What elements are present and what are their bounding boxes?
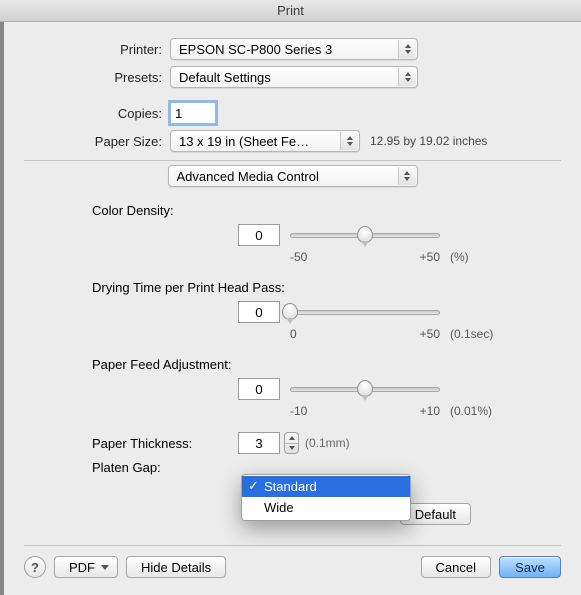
drying-time-slider[interactable] bbox=[290, 303, 440, 321]
save-label: Save bbox=[515, 560, 545, 575]
copies-label: Copies: bbox=[24, 106, 170, 121]
window-titlebar: Print bbox=[0, 0, 581, 22]
cancel-button[interactable]: Cancel bbox=[421, 556, 491, 578]
paper-size-dimensions: 12.95 by 19.02 inches bbox=[370, 134, 487, 148]
separator bbox=[24, 545, 561, 546]
paper-thickness-unit: (0.1mm) bbox=[305, 436, 350, 450]
paper-size-select[interactable]: 13 x 19 in (Sheet Fe… bbox=[170, 130, 360, 152]
scale-unit: (0.01%) bbox=[450, 404, 492, 418]
platen-gap-option-wide[interactable]: Wide bbox=[242, 497, 410, 518]
help-button[interactable]: ? bbox=[24, 556, 46, 578]
drying-time-input[interactable] bbox=[238, 301, 280, 323]
help-icon: ? bbox=[31, 560, 39, 575]
slider-thumb[interactable] bbox=[357, 226, 373, 243]
updown-icon bbox=[398, 40, 416, 58]
slider-thumb[interactable] bbox=[282, 303, 298, 320]
slider-thumb[interactable] bbox=[357, 380, 373, 397]
paper-feed-input[interactable] bbox=[238, 378, 280, 400]
pane-select-value: Advanced Media Control bbox=[177, 169, 319, 184]
stepper-up-icon[interactable] bbox=[285, 433, 298, 444]
stepper-down-icon[interactable] bbox=[285, 444, 298, 454]
scale-min: -50 bbox=[290, 250, 307, 264]
pdf-menu-button[interactable]: PDF bbox=[54, 556, 118, 578]
paper-thickness-stepper[interactable] bbox=[284, 432, 299, 454]
paper-feed-label: Paper Feed Adjustment: bbox=[92, 357, 561, 372]
print-sheet: Printer: EPSON SC-P800 Series 3 Presets:… bbox=[0, 22, 581, 595]
color-density-slider[interactable] bbox=[290, 226, 440, 244]
pdf-button-label: PDF bbox=[69, 560, 95, 575]
cancel-label: Cancel bbox=[436, 560, 476, 575]
color-density-scale: -50 +50 (%) bbox=[290, 250, 440, 264]
updown-icon bbox=[340, 132, 358, 150]
paper-feed-slider[interactable] bbox=[290, 380, 440, 398]
scale-max: +10 bbox=[420, 404, 440, 418]
presets-label: Presets: bbox=[24, 70, 170, 85]
platen-gap-popup[interactable]: Standard Wide bbox=[241, 474, 411, 521]
printer-select[interactable]: EPSON SC-P800 Series 3 bbox=[170, 38, 418, 60]
paper-feed-scale: -10 +10 (0.01%) bbox=[290, 404, 440, 418]
scale-min: -10 bbox=[290, 404, 307, 418]
scale-max: +50 bbox=[420, 327, 440, 341]
paper-thickness-input[interactable] bbox=[238, 432, 280, 454]
color-density-label: Color Density: bbox=[92, 203, 561, 218]
printer-label: Printer: bbox=[24, 42, 170, 57]
hide-details-label: Hide Details bbox=[141, 560, 211, 575]
default-button-label: Default bbox=[415, 507, 456, 522]
platen-gap-label: Platen Gap: bbox=[92, 460, 238, 475]
presets-select[interactable]: Default Settings bbox=[170, 66, 418, 88]
updown-icon bbox=[398, 68, 416, 86]
copies-input[interactable] bbox=[170, 102, 216, 124]
scale-unit: (%) bbox=[450, 250, 469, 264]
paper-size-label: Paper Size: bbox=[24, 134, 170, 149]
scale-min: 0 bbox=[290, 327, 297, 341]
updown-icon bbox=[398, 167, 416, 185]
drying-time-label: Drying Time per Print Head Pass: bbox=[92, 280, 561, 295]
presets-select-value: Default Settings bbox=[179, 70, 271, 85]
scale-unit: (0.1sec) bbox=[450, 327, 493, 341]
color-density-input[interactable] bbox=[238, 224, 280, 246]
platen-gap-option-standard[interactable]: Standard bbox=[242, 476, 410, 497]
paper-thickness-label: Paper Thickness: bbox=[92, 436, 238, 451]
drying-time-scale: 0 +50 (0.1sec) bbox=[290, 327, 440, 341]
window-title: Print bbox=[277, 3, 304, 18]
separator bbox=[24, 160, 561, 161]
hide-details-button[interactable]: Hide Details bbox=[126, 556, 226, 578]
printer-select-value: EPSON SC-P800 Series 3 bbox=[179, 42, 332, 57]
save-button[interactable]: Save bbox=[499, 556, 561, 578]
pane-select[interactable]: Advanced Media Control bbox=[168, 165, 418, 187]
paper-size-value: 13 x 19 in (Sheet Fe… bbox=[179, 134, 309, 149]
chevron-down-icon bbox=[101, 565, 109, 570]
scale-max: +50 bbox=[420, 250, 440, 264]
slider-track bbox=[290, 310, 440, 315]
